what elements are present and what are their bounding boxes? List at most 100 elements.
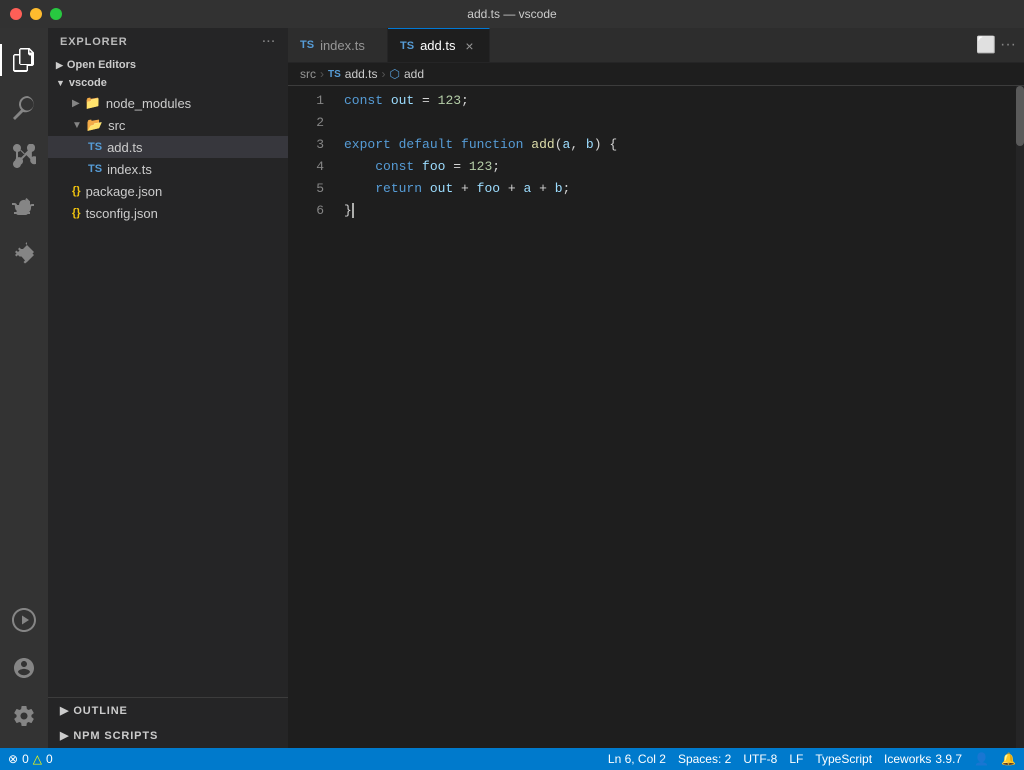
window-title: add.ts — vscode bbox=[467, 7, 556, 21]
tab-actions: ⬜ ··· bbox=[968, 28, 1024, 62]
error-count: 0 bbox=[22, 752, 29, 766]
activity-settings[interactable] bbox=[0, 692, 48, 740]
node-modules-label: node_modules bbox=[106, 96, 191, 111]
minimap-thumb[interactable] bbox=[1016, 86, 1024, 146]
json-badge-package: {} bbox=[72, 185, 81, 197]
arrow-icon: ▼ bbox=[72, 120, 82, 131]
outline-arrow: ▶ bbox=[60, 704, 69, 717]
activity-files[interactable] bbox=[0, 36, 48, 84]
text-cursor bbox=[352, 203, 354, 218]
breadcrumb-ts-icon: TS bbox=[328, 69, 341, 80]
vscode-section[interactable]: ▼ vscode bbox=[48, 74, 288, 92]
open-editors-section[interactable]: ▶ Open Editors bbox=[48, 56, 288, 74]
extension-label: Iceworks bbox=[884, 752, 931, 766]
json-badge-tsconfig: {} bbox=[72, 207, 81, 219]
code-line-2 bbox=[344, 112, 1016, 134]
encoding-label: UTF-8 bbox=[743, 752, 777, 766]
folder-icon: 📂 bbox=[87, 117, 103, 133]
position-label: Ln 6, Col 2 bbox=[608, 752, 666, 766]
spaces-label: Spaces: 2 bbox=[678, 752, 731, 766]
index-ts-label: index.ts bbox=[107, 162, 152, 177]
line-num-2: 2 bbox=[288, 112, 324, 134]
warning-icon: △ bbox=[33, 752, 42, 766]
breadcrumb-sep-1: › bbox=[320, 67, 324, 81]
activity-git[interactable] bbox=[0, 132, 48, 180]
status-person[interactable]: 👤 bbox=[974, 752, 989, 766]
add-ts-label: add.ts bbox=[107, 140, 142, 155]
tree-package-json[interactable]: {} package.json bbox=[48, 180, 288, 202]
outline-section[interactable]: ▶ Outline bbox=[48, 698, 288, 723]
breadcrumb-file[interactable]: add.ts bbox=[345, 67, 378, 81]
activity-account[interactable] bbox=[0, 644, 48, 692]
extension-version: 3.9.7 bbox=[935, 752, 962, 766]
src-label: src bbox=[108, 118, 125, 133]
bell-icon: 🔔 bbox=[1001, 752, 1016, 766]
status-spaces[interactable]: Spaces: 2 bbox=[678, 752, 731, 766]
breadcrumb-fn-icon: ⬡ bbox=[389, 67, 399, 81]
tab-index-ts[interactable]: TS index.ts bbox=[288, 28, 388, 62]
error-icon: ⊗ bbox=[8, 752, 18, 766]
arrow-icon: ▶ bbox=[72, 98, 80, 109]
npm-scripts-label: NPM Scripts bbox=[73, 730, 158, 742]
vscode-label: vscode bbox=[69, 77, 107, 89]
language-label: TypeScript bbox=[815, 752, 872, 766]
code-content[interactable]: const out = 123; export default function… bbox=[336, 86, 1016, 748]
activity-extensions[interactable] bbox=[0, 228, 48, 276]
breadcrumb-fn[interactable]: add bbox=[404, 67, 424, 81]
tsconfig-json-label: tsconfig.json bbox=[86, 206, 158, 221]
tab-add-ts[interactable]: TS add.ts × bbox=[388, 28, 490, 62]
status-language[interactable]: TypeScript bbox=[815, 752, 872, 766]
explorer-title: Explorer bbox=[60, 36, 128, 48]
line-num-3: 3 bbox=[288, 134, 324, 156]
tree-index-ts[interactable]: TS index.ts bbox=[48, 158, 288, 180]
tree-tsconfig-json[interactable]: {} tsconfig.json bbox=[48, 202, 288, 224]
tree-add-ts[interactable]: TS add.ts bbox=[48, 136, 288, 158]
tab-bar: TS index.ts TS add.ts × ⬜ ··· bbox=[288, 28, 1024, 63]
window-controls bbox=[10, 8, 62, 20]
folder-icon: 📁 bbox=[85, 95, 101, 111]
split-editor-icon[interactable]: ⬜ bbox=[976, 35, 996, 55]
status-encoding[interactable]: UTF-8 bbox=[743, 752, 777, 766]
person-icon: 👤 bbox=[974, 752, 989, 766]
warning-count: 0 bbox=[46, 752, 53, 766]
tree-src[interactable]: ▼ 📂 src bbox=[48, 114, 288, 136]
more-tabs-icon[interactable]: ··· bbox=[1000, 36, 1016, 54]
line-ending-label: LF bbox=[789, 752, 803, 766]
status-position[interactable]: Ln 6, Col 2 bbox=[608, 752, 666, 766]
vscode-arrow: ▼ bbox=[56, 78, 65, 88]
status-errors[interactable]: ⊗ 0 △ 0 bbox=[8, 752, 53, 766]
line-num-4: 4 bbox=[288, 156, 324, 178]
code-editor[interactable]: 1 2 3 4 5 6 const out = 123; export defa… bbox=[288, 86, 1024, 748]
sidebar: Explorer ··· ▶ Open Editors ▼ vscode ▶ 📁… bbox=[48, 28, 288, 748]
titlebar: add.ts — vscode bbox=[0, 0, 1024, 28]
status-bell[interactable]: 🔔 bbox=[1001, 752, 1016, 766]
breadcrumb-src[interactable]: src bbox=[300, 67, 316, 81]
editor-area: TS index.ts TS add.ts × ⬜ ··· src › TS a… bbox=[288, 28, 1024, 748]
npm-scripts-arrow: ▶ bbox=[60, 729, 69, 742]
open-editors-arrow: ▶ bbox=[56, 60, 63, 71]
maximize-button[interactable] bbox=[50, 8, 62, 20]
more-options-icon[interactable]: ··· bbox=[262, 36, 276, 48]
activity-search[interactable] bbox=[0, 84, 48, 132]
npm-scripts-section[interactable]: ▶ NPM Scripts bbox=[48, 723, 288, 748]
outline-label: Outline bbox=[73, 705, 127, 717]
tab-close-button[interactable]: × bbox=[461, 38, 477, 54]
tree-node-modules[interactable]: ▶ 📁 node_modules bbox=[48, 92, 288, 114]
activity-bar bbox=[0, 28, 48, 748]
activity-remote[interactable] bbox=[0, 596, 48, 644]
tab-index-ts-label: index.ts bbox=[320, 38, 365, 53]
activity-debug[interactable] bbox=[0, 180, 48, 228]
ts-icon-add: TS bbox=[400, 40, 414, 52]
activity-bar-bottom bbox=[0, 596, 48, 748]
minimize-button[interactable] bbox=[30, 8, 42, 20]
status-extension[interactable]: Iceworks 3.9.7 bbox=[884, 752, 962, 766]
line-num-6: 6 bbox=[288, 200, 324, 222]
status-line-ending[interactable]: LF bbox=[789, 752, 803, 766]
line-numbers: 1 2 3 4 5 6 bbox=[288, 86, 336, 748]
ts-badge-index: TS bbox=[88, 163, 102, 175]
sidebar-header: Explorer ··· bbox=[48, 28, 288, 56]
line-num-5: 5 bbox=[288, 178, 324, 200]
ts-badge-add: TS bbox=[88, 141, 102, 153]
close-button[interactable] bbox=[10, 8, 22, 20]
code-line-5: return out + foo + a + b; bbox=[344, 178, 1016, 200]
